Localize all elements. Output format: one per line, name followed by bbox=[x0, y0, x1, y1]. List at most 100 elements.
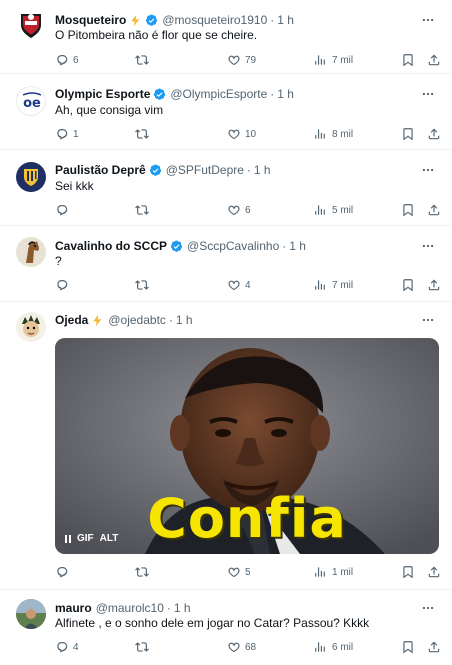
views-button[interactable]: 8 mil bbox=[314, 125, 353, 143]
author-name[interactable]: Mosqueteiro bbox=[55, 13, 126, 27]
like-button[interactable]: 4 bbox=[227, 276, 251, 294]
author-name[interactable]: mauro bbox=[55, 601, 92, 615]
share-button[interactable] bbox=[427, 563, 441, 581]
views-button[interactable]: 7 mil bbox=[314, 51, 353, 69]
share-button[interactable] bbox=[427, 125, 441, 143]
heart-icon bbox=[227, 565, 241, 579]
like-button[interactable]: 6 bbox=[227, 201, 251, 219]
author-name[interactable]: Ojeda bbox=[55, 313, 88, 327]
views-chart-icon bbox=[314, 640, 328, 654]
retweet-button[interactable] bbox=[135, 125, 153, 143]
more-options-icon[interactable] bbox=[418, 311, 438, 329]
reply-button[interactable]: 4 bbox=[55, 638, 79, 656]
bookmark-button[interactable] bbox=[401, 125, 415, 143]
bookmark-button[interactable] bbox=[401, 201, 415, 219]
author-name[interactable]: Paulistão Deprê bbox=[55, 163, 146, 177]
author-handle[interactable]: @SccpCavalinho bbox=[187, 239, 279, 253]
bookmark-button[interactable] bbox=[401, 638, 415, 656]
like-button[interactable]: 5 bbox=[227, 563, 251, 581]
avatar[interactable] bbox=[16, 599, 46, 629]
more-options-icon[interactable] bbox=[418, 161, 438, 179]
retweet-icon bbox=[135, 278, 149, 292]
author-name[interactable]: Cavalinho do SCCP bbox=[55, 239, 167, 253]
retweet-button[interactable] bbox=[135, 638, 153, 656]
verified-badge-icon[interactable] bbox=[170, 240, 183, 253]
reply-icon bbox=[55, 203, 69, 217]
tweet-card[interactable]: mauro @maurolc10 · 1 h Alfinete , e o so… bbox=[0, 590, 452, 665]
views-button[interactable]: 1 mil bbox=[314, 563, 353, 581]
timestamp[interactable]: 1 h bbox=[277, 13, 294, 27]
like-count: 5 bbox=[245, 566, 251, 578]
bookmark-button[interactable] bbox=[401, 276, 415, 294]
reply-count: 4 bbox=[73, 641, 79, 653]
bookmark-icon bbox=[401, 203, 415, 217]
author-handle[interactable]: @ojedabtc bbox=[108, 313, 166, 327]
retweet-button[interactable] bbox=[135, 51, 153, 69]
author-handle[interactable]: @maurolc10 bbox=[96, 601, 164, 615]
views-count: 7 mil bbox=[332, 279, 354, 291]
timestamp[interactable]: 1 h bbox=[277, 87, 294, 101]
reply-button[interactable]: 1 bbox=[55, 125, 79, 143]
views-chart-icon bbox=[314, 127, 328, 141]
alt-badge[interactable]: ALT bbox=[100, 533, 119, 544]
timestamp[interactable]: 1 h bbox=[289, 239, 306, 253]
tweet-actions: 4 7 mil bbox=[55, 276, 440, 294]
verified-badge-icon[interactable] bbox=[149, 164, 162, 177]
gif-controls: GIF ALT bbox=[65, 533, 118, 544]
tweet-actions: 6 5 mil bbox=[55, 201, 440, 219]
avatar[interactable]: oe bbox=[16, 86, 46, 116]
olympic-logo-icon: oe bbox=[22, 92, 42, 111]
reply-button[interactable] bbox=[55, 201, 73, 219]
verified-badge-icon[interactable] bbox=[153, 88, 166, 101]
more-options-icon[interactable] bbox=[418, 85, 438, 103]
reply-button[interactable]: 6 bbox=[55, 51, 79, 69]
bookmark-icon bbox=[401, 278, 415, 292]
svg-text:oe: oe bbox=[23, 96, 41, 111]
tweet-actions: 6 79 7 mil bbox=[55, 51, 440, 69]
separator-dot: · bbox=[166, 601, 171, 615]
retweet-icon bbox=[135, 640, 149, 654]
horse-avatar-icon bbox=[26, 241, 39, 263]
avatar[interactable] bbox=[16, 10, 46, 40]
bookmark-button[interactable] bbox=[401, 563, 415, 581]
reply-button[interactable] bbox=[55, 563, 73, 581]
views-chart-icon bbox=[314, 53, 328, 67]
avatar[interactable] bbox=[16, 312, 46, 342]
user-photo-icon bbox=[16, 599, 46, 629]
retweet-button[interactable] bbox=[135, 201, 153, 219]
avatar[interactable] bbox=[16, 162, 46, 192]
like-button[interactable]: 79 bbox=[227, 51, 256, 69]
share-button[interactable] bbox=[427, 51, 441, 69]
gif-media[interactable]: Confia GIF ALT bbox=[55, 338, 439, 554]
like-button[interactable]: 10 bbox=[227, 125, 256, 143]
share-icon bbox=[427, 565, 441, 579]
pause-icon[interactable] bbox=[65, 534, 71, 543]
share-button[interactable] bbox=[427, 201, 441, 219]
bookmark-icon bbox=[401, 127, 415, 141]
verified-badge-icon[interactable] bbox=[145, 14, 158, 27]
timestamp[interactable]: 1 h bbox=[176, 313, 193, 327]
tweet-card[interactable]: Cavalinho do SCCP @SccpCavalinho · 1 h ?… bbox=[0, 226, 452, 302]
timestamp[interactable]: 1 h bbox=[254, 163, 271, 177]
views-button[interactable]: 7 mil bbox=[314, 276, 353, 294]
avatar[interactable] bbox=[16, 237, 46, 267]
share-button[interactable] bbox=[427, 276, 441, 294]
retweet-button[interactable] bbox=[135, 276, 153, 294]
views-button[interactable]: 6 mil bbox=[314, 638, 353, 656]
tweet-card[interactable]: Mosqueteiro @mosqueteiro1910 · 1 h O Pit… bbox=[0, 0, 452, 74]
author-handle[interactable]: @OlympicEsporte bbox=[170, 87, 267, 101]
tweet-card[interactable]: Paulistão Deprê @SPFutDepre · 1 h Sei kk… bbox=[0, 150, 452, 226]
reply-button[interactable] bbox=[55, 276, 73, 294]
views-button[interactable]: 5 mil bbox=[314, 201, 353, 219]
tweet-header: Ojeda @ojedabtc · 1 h bbox=[55, 311, 408, 329]
author-name[interactable]: Olympic Esporte bbox=[55, 87, 150, 101]
like-button[interactable]: 68 bbox=[227, 638, 256, 656]
author-handle[interactable]: @mosqueteiro1910 bbox=[162, 13, 267, 27]
retweet-button[interactable] bbox=[135, 563, 153, 581]
author-handle[interactable]: @SPFutDepre bbox=[166, 163, 244, 177]
share-button[interactable] bbox=[427, 638, 441, 656]
timestamp[interactable]: 1 h bbox=[174, 601, 191, 615]
bookmark-button[interactable] bbox=[401, 51, 415, 69]
reply-icon bbox=[55, 127, 69, 141]
tweet-card[interactable]: oe Olympic Esporte @OlympicEsporte · 1 h… bbox=[0, 74, 452, 150]
